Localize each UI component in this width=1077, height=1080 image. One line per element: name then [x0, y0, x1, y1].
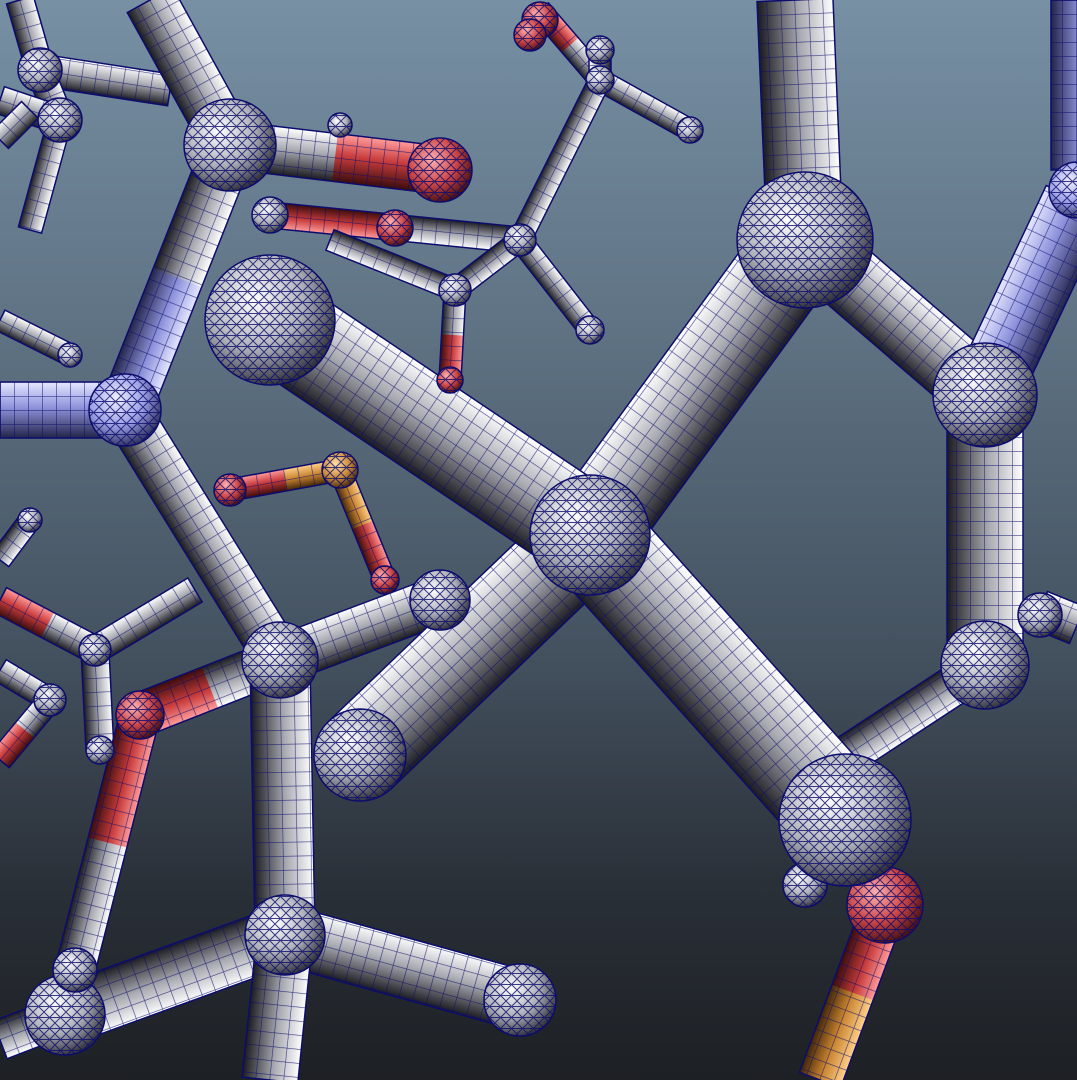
atom-wire-mesh [33, 683, 67, 717]
carbon-atom [575, 315, 605, 345]
atom-wire-mesh [513, 18, 547, 52]
carbon-atom [1017, 592, 1063, 638]
carbon-atom [483, 963, 557, 1037]
carbon-atom [529, 474, 651, 596]
atom-wire-mesh [438, 273, 472, 307]
atom-wire-mesh [503, 223, 537, 257]
oxygen-atom [115, 690, 165, 740]
carbon-atom [438, 273, 472, 307]
sulfur-atom [321, 451, 359, 489]
oxygen-atom [407, 137, 473, 203]
atom-wire-mesh [204, 254, 336, 386]
atom-wire-mesh [585, 35, 615, 65]
carbon-atom [676, 116, 704, 144]
atom-wire-mesh [313, 708, 407, 802]
carbon-atom [241, 621, 319, 699]
atom-wire-mesh [676, 116, 704, 144]
carbon-atom [736, 171, 874, 309]
bond-wire-mesh [1051, 0, 1077, 170]
carbon-atom [932, 342, 1038, 448]
atom-wire-mesh [78, 633, 112, 667]
atom-wire-mesh [1017, 592, 1063, 638]
nitrogen-atom [88, 373, 162, 447]
carbon-atom [244, 894, 326, 976]
carbon-atom [409, 569, 471, 631]
atom-wire-mesh [370, 565, 400, 595]
bond-wire-mesh [250, 659, 315, 936]
carbon-atom [85, 735, 115, 765]
atom-wire-mesh [736, 171, 874, 309]
carbon-atom [183, 98, 277, 192]
atom-wire-mesh [213, 473, 247, 507]
atom-wire-mesh [17, 47, 63, 93]
atom-wire-mesh [52, 947, 98, 993]
atom-wire-mesh [585, 65, 615, 95]
atom-wire-mesh [321, 451, 359, 489]
3d-viewport[interactable] [0, 0, 1077, 1080]
carbon-atom [17, 507, 43, 533]
oxygen-atom [436, 366, 464, 394]
atom-wire-mesh [88, 373, 162, 447]
atom-wire-mesh [251, 196, 289, 234]
atom-wire-mesh [483, 963, 557, 1037]
atom-wire-mesh [183, 98, 277, 192]
atom-wire-mesh [241, 621, 319, 699]
carbon-atom [52, 947, 98, 993]
atom-wire-mesh [409, 569, 471, 631]
carbon-atom [585, 35, 615, 65]
oxygen-atom [370, 565, 400, 595]
atom-wire-mesh [436, 366, 464, 394]
atom-wire-mesh [575, 315, 605, 345]
bond-cylinder [509, 74, 611, 246]
atom-wire-mesh [327, 112, 353, 138]
carbon-atom [204, 254, 336, 386]
atom-wire-mesh [778, 753, 912, 887]
carbon-atom [33, 683, 67, 717]
carbon-atom [57, 342, 83, 368]
carbon-atom [327, 112, 353, 138]
atom-wire-mesh [940, 620, 1030, 710]
atom-wire-mesh [244, 894, 326, 976]
atom-wire-mesh [932, 342, 1038, 448]
atom-wire-mesh [17, 507, 43, 533]
oxygen-atom [376, 209, 414, 247]
molecule-model [0, 0, 1077, 1080]
carbon-atom [37, 97, 83, 143]
carbon-atom [778, 753, 912, 887]
atom-wire-mesh [115, 690, 165, 740]
atom-wire-mesh [529, 474, 651, 596]
oxygen-atom [513, 18, 547, 52]
carbon-atom [940, 620, 1030, 710]
carbon-atom [78, 633, 112, 667]
bond-cylinder [1050, 0, 1077, 171]
atom-wire-mesh [57, 342, 83, 368]
bond-wire-mesh [510, 75, 610, 245]
carbon-atom [251, 196, 289, 234]
carbon-atom [313, 708, 407, 802]
atom-wire-mesh [37, 97, 83, 143]
carbon-atom [17, 47, 63, 93]
atom-wire-mesh [407, 137, 473, 203]
atom-wire-mesh [85, 735, 115, 765]
carbon-atom [503, 223, 537, 257]
carbon-atom [585, 65, 615, 95]
oxygen-atom [213, 473, 247, 507]
atom-wire-mesh [376, 209, 414, 247]
